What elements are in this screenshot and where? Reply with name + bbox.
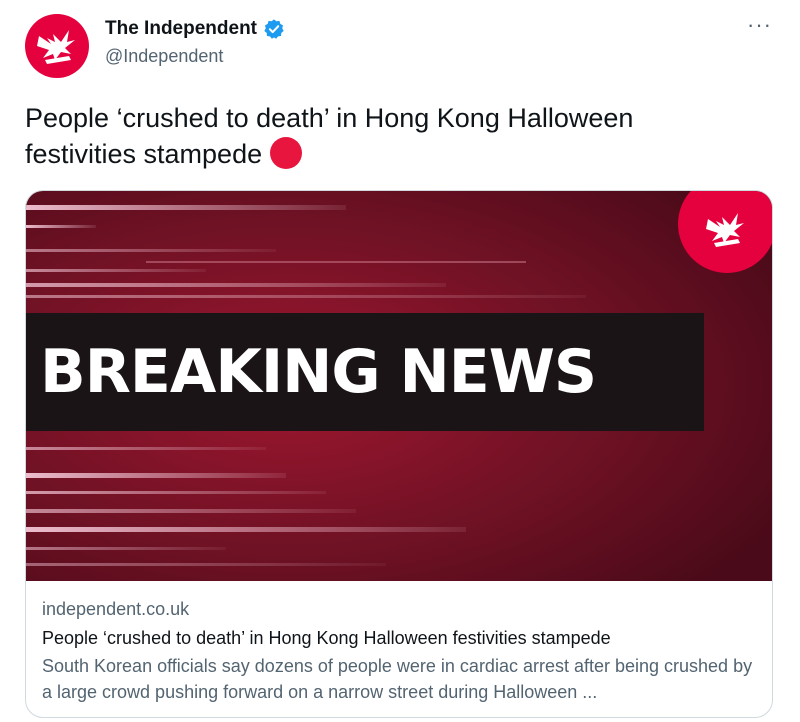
card-meta: independent.co.uk People ‘crushed to dea… (42, 597, 762, 705)
card-image[interactable]: BREAKING NEWS (26, 191, 772, 581)
tweet-text-content: People ‘crushed to death’ in Hong Kong H… (25, 103, 634, 169)
card-domain: independent.co.uk (42, 599, 190, 619)
breaking-news-text: BREAKING NEWS (40, 337, 597, 407)
tweet-text: People ‘crushed to death’ in Hong Kong H… (25, 100, 745, 172)
tweet: The Independent @Independent ··· People … (0, 0, 800, 722)
verified-badge-icon (264, 19, 284, 39)
red-circle-emoji-icon (270, 137, 303, 169)
avatar[interactable] (25, 14, 89, 78)
display-name[interactable]: The Independent (105, 18, 257, 40)
author-name-row: The Independent (105, 18, 285, 40)
link-preview-card[interactable]: BREAKING NEWS independent.co.uk People ‘… (25, 190, 773, 718)
eagle-logo-icon (706, 213, 744, 247)
corner-logo (678, 191, 772, 273)
eagle-logo-icon (37, 30, 75, 64)
card-description: South Korean officials say dozens of peo… (42, 656, 753, 702)
card-title: People ‘crushed to death’ in Hong Kong H… (42, 628, 611, 648)
handle[interactable]: @Independent (105, 46, 223, 67)
more-options-icon[interactable]: ··· (747, 14, 772, 36)
